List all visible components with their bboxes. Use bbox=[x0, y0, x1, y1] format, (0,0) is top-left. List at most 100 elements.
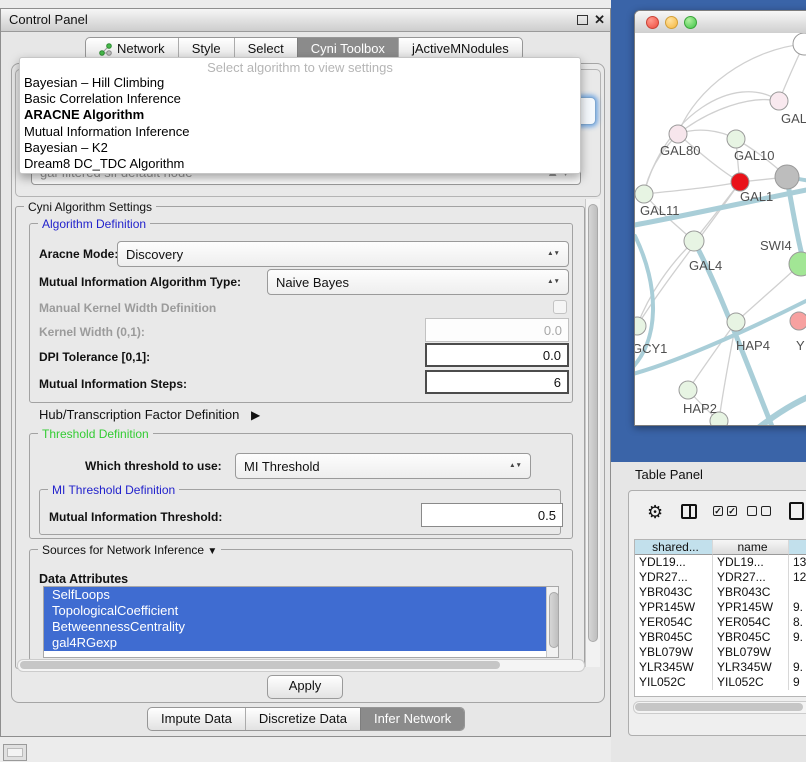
algorithm-option[interactable]: Basic Correlation Inference bbox=[20, 91, 580, 107]
table-row[interactable]: YBR043CYBR043C bbox=[635, 585, 806, 600]
settings-horizontal-scrollbar-thumb[interactable] bbox=[20, 661, 500, 669]
algorithm-option[interactable]: Bayesian – Hill Climbing bbox=[20, 75, 580, 91]
network-node-y[interactable] bbox=[790, 312, 806, 330]
network-node[interactable] bbox=[793, 33, 806, 55]
mi-steps-value: 6 bbox=[554, 375, 561, 390]
collapsed-panel-icon[interactable] bbox=[3, 744, 27, 761]
which-threshold-combo[interactable]: MI Threshold ▲▼ bbox=[235, 453, 531, 479]
sources-title[interactable]: Sources for Network Inference ▼ bbox=[38, 543, 221, 557]
algorithm-option[interactable]: ARACNE Algorithm bbox=[20, 107, 580, 123]
data-attribute-item[interactable]: BetweennessCentrality bbox=[44, 619, 558, 635]
aracne-mode-combo[interactable]: Discovery ▲▼ bbox=[117, 241, 569, 267]
network-node-gal[interactable] bbox=[770, 92, 788, 110]
dpi-tolerance-field[interactable]: 0.0 bbox=[425, 343, 569, 367]
column-header[interactable] bbox=[789, 540, 806, 555]
close-window-icon[interactable]: ✕ bbox=[594, 9, 605, 31]
table-row[interactable]: YDR27...YDR27...12 bbox=[635, 570, 806, 585]
settings-horizontal-scrollbar[interactable] bbox=[17, 659, 585, 672]
tab-label: Select bbox=[248, 39, 284, 59]
node-table[interactable]: shared...name YDL19...YDL19...13YDR27...… bbox=[634, 539, 806, 697]
settings-vertical-scrollbar[interactable] bbox=[585, 199, 600, 667]
network-node-label: GAL bbox=[781, 111, 806, 126]
network-graph[interactable]: GALGAL80GAL10GAL1GAL11GAL4SWI4HAP4YGCY1H… bbox=[635, 33, 806, 425]
apply-button[interactable]: Apply bbox=[267, 675, 343, 699]
network-node-gal80[interactable] bbox=[669, 125, 687, 143]
network-canvas[interactable]: GALGAL80GAL10GAL1GAL11GAL4SWI4HAP4YGCY1H… bbox=[635, 33, 806, 425]
data-attribute-item[interactable]: gal4RGexp bbox=[44, 635, 558, 651]
unchecked-checkbox-icon bbox=[747, 506, 757, 516]
table-cell: YBR043C bbox=[635, 585, 713, 600]
deselect-all-columns-icon[interactable] bbox=[747, 506, 771, 516]
network-node[interactable] bbox=[775, 165, 799, 189]
table-cell: 9. bbox=[789, 630, 806, 645]
table-cell: YBR043C bbox=[713, 585, 789, 600]
control-panel-titlebar[interactable]: Control Panel ✕ bbox=[1, 9, 610, 32]
table-cell: YPR145W bbox=[713, 600, 789, 615]
network-node-label: SWI4 bbox=[760, 238, 792, 253]
table-row[interactable]: YER054CYER054C8. bbox=[635, 615, 806, 630]
mi-type-combo[interactable]: Naive Bayes ▲▼ bbox=[267, 269, 569, 295]
mi-steps-label: Mutual Information Steps: bbox=[39, 377, 187, 391]
data-attribute-item[interactable]: SelfLoops bbox=[44, 587, 558, 603]
select-all-columns-icon[interactable]: ✓ ✓ bbox=[713, 506, 737, 516]
network-edge[interactable] bbox=[644, 182, 740, 194]
close-traffic-light-icon[interactable] bbox=[646, 16, 659, 29]
data-attributes-list[interactable]: SelfLoopsTopologicalCoefficientBetweenne… bbox=[43, 586, 559, 658]
float-window-icon[interactable] bbox=[577, 15, 588, 25]
table-row[interactable]: YBL079WYBL079W bbox=[635, 645, 806, 660]
network-node-label: Y bbox=[796, 338, 805, 353]
table-horizontal-scrollbar[interactable] bbox=[633, 701, 806, 714]
network-node-label: GCY1 bbox=[635, 341, 667, 356]
table-cell: YDL19... bbox=[635, 555, 713, 570]
table-panel-window: ⚙ ✓ ✓ shared...name YDL19...YDL19...13YD… bbox=[628, 490, 806, 736]
column-header[interactable]: shared... bbox=[635, 540, 713, 555]
attributes-scrollbar-thumb[interactable] bbox=[549, 592, 559, 648]
table-row[interactable]: YIL052CYIL052C9 bbox=[635, 675, 806, 690]
mi-threshold-field[interactable]: 0.5 bbox=[421, 503, 563, 527]
tab-discretize-data[interactable]: Discretize Data bbox=[245, 708, 360, 730]
tab-infer-network[interactable]: Infer Network bbox=[360, 708, 464, 730]
algorithm-option[interactable]: Dream8 DC_TDC Algorithm bbox=[20, 156, 580, 172]
manual-kernel-checkbox[interactable] bbox=[553, 300, 567, 314]
table-horizontal-scrollbar-thumb[interactable] bbox=[635, 703, 803, 711]
unchecked-checkbox-icon bbox=[761, 506, 771, 516]
settings-vertical-scrollbar-thumb[interactable] bbox=[588, 204, 598, 642]
mi-steps-field[interactable]: 6 bbox=[425, 370, 569, 394]
chevron-right-icon: ▶ bbox=[251, 408, 260, 422]
kernel-width-field[interactable]: 0.0 bbox=[425, 318, 569, 342]
table-row[interactable]: YLR345WYLR345W9. bbox=[635, 660, 806, 675]
network-edge[interactable] bbox=[736, 269, 795, 322]
minimize-traffic-light-icon[interactable] bbox=[665, 16, 678, 29]
table-cell: 9. bbox=[789, 660, 806, 675]
network-edge[interactable] bbox=[688, 322, 736, 390]
network-window-titlebar[interactable] bbox=[635, 11, 806, 34]
algorithm-option[interactable]: Mutual Information Inference bbox=[20, 124, 580, 140]
network-node-gal10[interactable] bbox=[727, 130, 745, 148]
combo-arrows-icon: ▲▼ bbox=[547, 279, 560, 284]
network-edge[interactable] bbox=[678, 100, 779, 134]
table-panel-title: Table Panel bbox=[635, 467, 703, 482]
column-header[interactable]: name bbox=[713, 540, 789, 555]
hub-definition-toggle[interactable]: Hub/Transcription Factor Definition ▶ bbox=[39, 407, 260, 422]
attributes-scrollbar[interactable] bbox=[546, 587, 558, 657]
export-table-icon[interactable] bbox=[789, 502, 804, 520]
table-row[interactable]: YBR045CYBR045C9. bbox=[635, 630, 806, 645]
tab-impute-data[interactable]: Impute Data bbox=[148, 708, 245, 730]
network-node-gcy1[interactable] bbox=[635, 317, 646, 335]
algorithm-option[interactable]: Bayesian – K2 bbox=[20, 140, 580, 156]
table-cell: YDR27... bbox=[713, 570, 789, 585]
network-node-gal11[interactable] bbox=[635, 185, 653, 203]
table-cell: YIL052C bbox=[635, 675, 713, 690]
network-node-hap4[interactable] bbox=[727, 313, 745, 331]
table-row[interactable]: YPR145WYPR145W9. bbox=[635, 600, 806, 615]
manual-kernel-label: Manual Kernel Width Definition bbox=[39, 301, 216, 315]
column-layout-icon[interactable] bbox=[681, 504, 697, 519]
table-settings-gear-icon[interactable]: ⚙ bbox=[647, 503, 663, 523]
mi-type-value: Naive Bayes bbox=[276, 275, 349, 290]
table-row[interactable]: YDL19...YDL19...13 bbox=[635, 555, 806, 570]
data-attribute-item[interactable]: TopologicalCoefficient bbox=[44, 603, 558, 619]
screen: Control Panel ✕ NetworkStyleSelectCyni T… bbox=[0, 0, 806, 762]
network-node-gal4[interactable] bbox=[684, 231, 704, 251]
zoom-traffic-light-icon[interactable] bbox=[684, 16, 697, 29]
network-node-hap2[interactable] bbox=[679, 381, 697, 399]
